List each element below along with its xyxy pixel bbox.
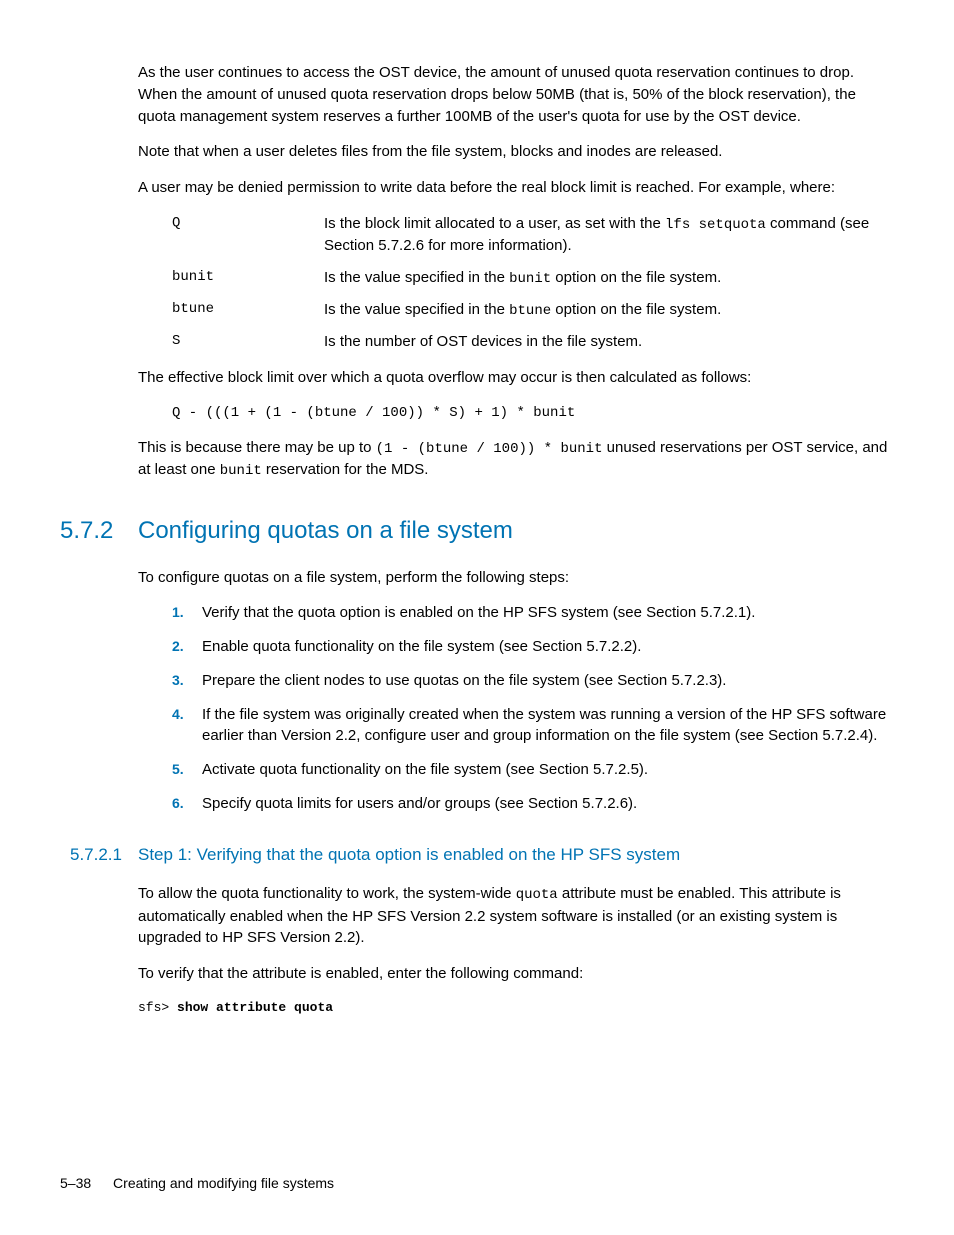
definition-term: Q	[172, 213, 324, 257]
section-title: Configuring quotas on a file system	[138, 514, 513, 549]
list-item: 3. Prepare the client nodes to use quota…	[172, 670, 894, 692]
paragraph: To verify that the attribute is enabled,…	[138, 963, 894, 985]
list-number: 4.	[172, 704, 202, 748]
page-footer: 5–38 Creating and modifying file systems	[60, 1173, 334, 1193]
paragraph: As the user continues to access the OST …	[138, 62, 894, 127]
definition-row: btune Is the value specified in the btun…	[172, 299, 894, 321]
text: Is the value specified in the	[324, 269, 509, 286]
list-item: 2. Enable quota functionality on the fil…	[172, 636, 894, 658]
code-command: show attribute quota	[177, 1000, 333, 1015]
code-inline: (1 - (btune / 100)) * bunit	[376, 441, 603, 457]
list-number: 6.	[172, 793, 202, 815]
list-item: 6. Specify quota limits for users and/or…	[172, 793, 894, 815]
text: option on the file system.	[551, 269, 721, 286]
text: This is because there may be up to	[138, 439, 376, 456]
code-formula: Q - (((1 + (1 - (btune / 100)) * S) + 1)…	[172, 403, 894, 423]
text: To allow the quota functionality to work…	[138, 885, 516, 902]
definition-table: Q Is the block limit allocated to a user…	[172, 213, 894, 353]
list-item: 4. If the file system was originally cre…	[172, 704, 894, 748]
paragraph: This is because there may be up to (1 - …	[138, 437, 894, 482]
text: Is the number of OST devices in the file…	[324, 333, 642, 350]
paragraph: A user may be denied permission to write…	[138, 177, 894, 199]
list-number: 5.	[172, 759, 202, 781]
code-block: sfs> show attribute quota	[138, 999, 894, 1018]
paragraph: The effective block limit over which a q…	[138, 367, 894, 389]
paragraph: To configure quotas on a file system, pe…	[138, 567, 894, 589]
page-number: 5–38	[60, 1175, 91, 1191]
list-text: Activate quota functionality on the file…	[202, 759, 894, 781]
definition-description: Is the value specified in the bunit opti…	[324, 267, 894, 289]
text: option on the file system.	[551, 301, 721, 318]
code-inline: btune	[509, 303, 551, 319]
chapter-title: Creating and modifying file systems	[113, 1175, 334, 1191]
definition-row: bunit Is the value specified in the buni…	[172, 267, 894, 289]
definition-term: bunit	[172, 267, 324, 289]
list-item: 5. Activate quota functionality on the f…	[172, 759, 894, 781]
code-prompt: sfs>	[138, 1000, 177, 1015]
definition-row: S Is the number of OST devices in the fi…	[172, 331, 894, 353]
list-number: 2.	[172, 636, 202, 658]
list-item: 1. Verify that the quota option is enabl…	[172, 602, 894, 624]
text: reservation for the MDS.	[262, 461, 429, 478]
list-text: Specify quota limits for users and/or gr…	[202, 793, 894, 815]
list-text: Enable quota functionality on the file s…	[202, 636, 894, 658]
section-heading: 5.7.2 Configuring quotas on a file syste…	[60, 514, 894, 549]
list-number: 1.	[172, 602, 202, 624]
ordered-list: 1. Verify that the quota option is enabl…	[172, 602, 894, 814]
text: Is the block limit allocated to a user, …	[324, 215, 665, 232]
list-text: Verify that the quota option is enabled …	[202, 602, 894, 624]
subsection-number: 5.7.2.1	[70, 843, 138, 868]
definition-description: Is the value specified in the btune opti…	[324, 299, 894, 321]
code-inline: lfs setquota	[665, 217, 766, 233]
paragraph: Note that when a user deletes files from…	[138, 141, 894, 163]
list-text: If the file system was originally create…	[202, 704, 894, 748]
subsection-title: Step 1: Verifying that the quota option …	[138, 843, 680, 868]
code-inline: bunit	[220, 463, 262, 479]
definition-row: Q Is the block limit allocated to a user…	[172, 213, 894, 257]
code-inline: bunit	[509, 271, 551, 287]
definition-term: btune	[172, 299, 324, 321]
paragraph: To allow the quota functionality to work…	[138, 883, 894, 949]
subsection-heading: 5.7.2.1 Step 1: Verifying that the quota…	[70, 843, 894, 868]
definition-description: Is the number of OST devices in the file…	[324, 331, 894, 353]
list-text: Prepare the client nodes to use quotas o…	[202, 670, 894, 692]
definition-description: Is the block limit allocated to a user, …	[324, 213, 894, 257]
text: Is the value specified in the	[324, 301, 509, 318]
list-number: 3.	[172, 670, 202, 692]
section-number: 5.7.2	[60, 514, 138, 549]
definition-term: S	[172, 331, 324, 353]
code-inline: quota	[516, 887, 558, 903]
